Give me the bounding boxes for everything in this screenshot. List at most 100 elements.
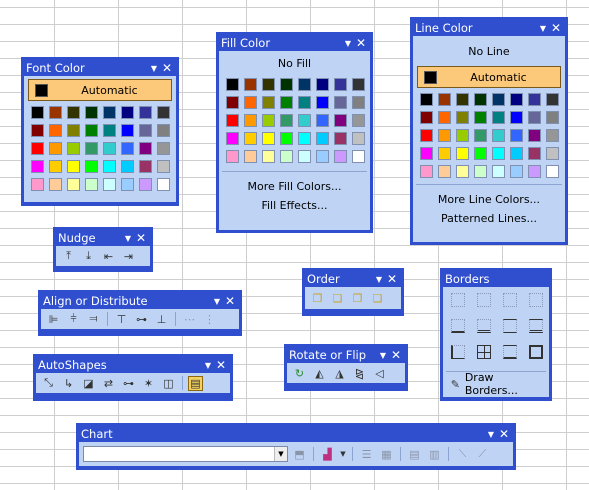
top-double-bottom-border-icon[interactable]	[529, 319, 543, 333]
color-swatch[interactable]	[121, 124, 134, 137]
toolbar-options-dropdown-icon[interactable]: ▼	[202, 361, 214, 370]
no-line-button[interactable]: No Line	[413, 36, 565, 64]
color-swatch[interactable]	[139, 106, 152, 119]
align-middle-icon[interactable]: ⊶	[133, 312, 150, 327]
color-swatch[interactable]	[420, 111, 433, 124]
nudge-up-icon[interactable]: ⤒	[60, 249, 77, 264]
color-swatch[interactable]	[316, 150, 329, 163]
color-swatch[interactable]	[438, 165, 451, 178]
color-swatch[interactable]	[49, 142, 62, 155]
callouts-icon[interactable]: ◫	[160, 376, 177, 391]
color-swatch[interactable]	[334, 96, 347, 109]
color-swatch[interactable]	[121, 142, 134, 155]
color-swatch[interactable]	[103, 124, 116, 137]
color-swatch[interactable]	[474, 93, 487, 106]
bottom-double-border-icon[interactable]	[477, 319, 491, 333]
distribute-vertically-icon[interactable]: ⋮	[201, 312, 218, 327]
color-swatch[interactable]	[139, 160, 152, 173]
thick-bottom-border-icon[interactable]	[503, 345, 517, 359]
color-swatch[interactable]	[244, 114, 257, 127]
color-swatch[interactable]	[244, 132, 257, 145]
color-swatch[interactable]	[510, 165, 523, 178]
color-swatch[interactable]	[121, 178, 134, 191]
fill-color-titlebar[interactable]: Fill Color ▼ ✕	[219, 35, 370, 51]
close-icon[interactable]: ✕	[223, 294, 237, 308]
toolbar-options-dropdown-icon[interactable]: ▼	[485, 430, 497, 439]
color-swatch[interactable]	[438, 147, 451, 160]
color-swatch[interactable]	[492, 111, 505, 124]
toolbar-options-dropdown-icon[interactable]: ▼	[211, 297, 223, 306]
inside-vertical-border-icon[interactable]	[503, 293, 517, 307]
data-table-icon[interactable]: ▦	[378, 447, 395, 462]
color-swatch[interactable]	[528, 165, 541, 178]
color-swatch[interactable]	[334, 132, 347, 145]
color-swatch[interactable]	[139, 142, 152, 155]
send-backward-icon[interactable]: ❏	[369, 291, 386, 306]
color-swatch[interactable]	[316, 78, 329, 91]
color-swatch[interactable]	[262, 114, 275, 127]
color-swatch[interactable]	[67, 178, 80, 191]
color-swatch[interactable]	[334, 78, 347, 91]
color-swatch[interactable]	[420, 147, 433, 160]
more-fill-colors-link[interactable]: More Fill Colors...	[219, 176, 370, 197]
inside-borders-icon[interactable]	[529, 293, 543, 307]
color-swatch[interactable]	[103, 178, 116, 191]
color-swatch[interactable]	[226, 132, 239, 145]
color-swatch[interactable]	[474, 147, 487, 160]
color-swatch[interactable]	[244, 96, 257, 109]
close-icon[interactable]: ✕	[134, 231, 148, 245]
color-swatch[interactable]	[528, 93, 541, 106]
color-swatch[interactable]	[456, 165, 469, 178]
color-swatch[interactable]	[157, 142, 170, 155]
close-icon[interactable]: ✕	[497, 427, 511, 441]
lines-icon[interactable]: ⤡	[40, 376, 57, 391]
legend-icon[interactable]: ☰	[358, 447, 375, 462]
send-to-back-icon[interactable]: ❏	[329, 291, 346, 306]
close-icon[interactable]: ✕	[389, 348, 403, 362]
angle-text-upward-icon[interactable]: ⟋	[474, 447, 491, 462]
color-swatch[interactable]	[85, 142, 98, 155]
left-border-icon[interactable]	[451, 345, 465, 359]
color-swatch[interactable]	[67, 142, 80, 155]
color-swatch[interactable]	[31, 142, 44, 155]
autoshapes-titlebar[interactable]: AutoShapes ▼ ✕	[36, 357, 230, 373]
stars-banners-icon[interactable]: ✶	[140, 376, 157, 391]
color-swatch[interactable]	[528, 129, 541, 142]
order-titlebar[interactable]: Order ▼ ✕	[305, 271, 401, 287]
all-borders-icon[interactable]	[477, 345, 491, 359]
color-swatch[interactable]	[528, 111, 541, 124]
color-swatch[interactable]	[456, 111, 469, 124]
close-icon[interactable]: ✕	[385, 272, 399, 286]
color-swatch[interactable]	[157, 106, 170, 119]
color-swatch[interactable]	[67, 106, 80, 119]
color-swatch[interactable]	[226, 78, 239, 91]
automatic-color-button[interactable]: Automatic	[28, 79, 172, 101]
color-swatch[interactable]	[298, 132, 311, 145]
color-swatch[interactable]	[103, 160, 116, 173]
color-swatch[interactable]	[244, 78, 257, 91]
basic-shapes-icon[interactable]: ◪	[80, 376, 97, 391]
color-swatch[interactable]	[31, 124, 44, 137]
color-swatch[interactable]	[474, 111, 487, 124]
color-swatch[interactable]	[103, 142, 116, 155]
color-swatch[interactable]	[510, 147, 523, 160]
color-swatch[interactable]	[456, 93, 469, 106]
color-swatch[interactable]	[298, 96, 311, 109]
color-swatch[interactable]	[280, 150, 293, 163]
toolbar-options-dropdown-icon[interactable]: ▼	[537, 24, 549, 33]
inside-horizontal-border-icon[interactable]	[477, 293, 491, 307]
color-swatch[interactable]	[226, 96, 239, 109]
color-swatch[interactable]	[49, 106, 62, 119]
more-line-colors-link[interactable]: More Line Colors...	[413, 189, 565, 210]
color-swatch[interactable]	[280, 132, 293, 145]
chart-objects-dropdown[interactable]: ▼	[83, 446, 288, 462]
color-swatch[interactable]	[67, 160, 80, 173]
color-swatch[interactable]	[456, 129, 469, 142]
rotate-left-icon[interactable]: ◭	[311, 366, 328, 381]
align-titlebar[interactable]: Align or Distribute ▼ ✕	[41, 293, 239, 309]
connectors-icon[interactable]: ↳	[60, 376, 77, 391]
close-icon[interactable]: ✕	[214, 358, 228, 372]
color-swatch[interactable]	[420, 165, 433, 178]
close-icon[interactable]: ✕	[549, 21, 563, 35]
color-swatch[interactable]	[492, 165, 505, 178]
